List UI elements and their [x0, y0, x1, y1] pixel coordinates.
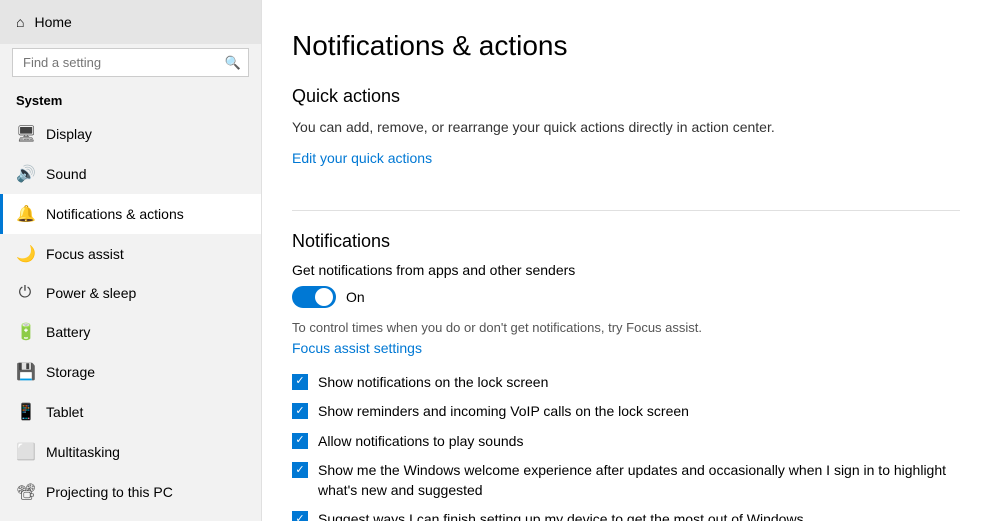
checkboxes-container: ✓ Show notifications on the lock screen … [292, 373, 960, 521]
check-icon: ✓ [295, 465, 304, 476]
sidebar: ⌂ Home 🔍 System 🖥 Display 🔊 Sound 🔔 Noti… [0, 0, 262, 521]
notifications-icon: 🔔 [16, 204, 34, 224]
checkbox-sounds-box[interactable]: ✓ [292, 433, 308, 449]
home-label: Home [34, 14, 71, 30]
storage-icon: 💾 [16, 362, 34, 382]
sound-icon: 🔊 [16, 164, 34, 184]
sidebar-item-label: Multitasking [46, 444, 120, 460]
divider [292, 210, 960, 211]
multitasking-icon: ⬜ [16, 442, 34, 462]
checkbox-welcome-label: Show me the Windows welcome experience a… [318, 461, 960, 500]
sidebar-item-focus[interactable]: 🌙 Focus assist [0, 234, 261, 274]
edit-quick-actions-link[interactable]: Edit your quick actions [292, 150, 432, 166]
notifications-section-title: Notifications [292, 231, 960, 252]
sidebar-item-notifications[interactable]: 🔔 Notifications & actions [0, 194, 261, 234]
main-content: Notifications & actions Quick actions Yo… [262, 0, 1000, 521]
checkbox-suggest-box[interactable]: ✓ [292, 511, 308, 521]
system-section-label: System [0, 87, 261, 114]
sidebar-item-label: Battery [46, 324, 90, 340]
toggle-container: On [292, 286, 960, 308]
toggle-on-label: On [346, 289, 365, 305]
quick-actions-title: Quick actions [292, 86, 960, 107]
focus-hint-text: To control times when you do or don't ge… [292, 318, 960, 359]
sidebar-item-label: Focus assist [46, 246, 124, 262]
hint-text-content: To control times when you do or don't ge… [292, 320, 702, 335]
sidebar-home[interactable]: ⌂ Home [0, 0, 261, 44]
sidebar-item-label: Display [46, 126, 92, 142]
projecting-icon: 📽 [16, 482, 34, 502]
battery-icon: 🔋 [16, 322, 34, 342]
quick-actions-description: You can add, remove, or rearrange your q… [292, 117, 960, 138]
sidebar-item-sound[interactable]: 🔊 Sound [0, 154, 261, 194]
sidebar-item-label: Storage [46, 364, 95, 380]
checkbox-sounds: ✓ Allow notifications to play sounds [292, 432, 960, 452]
sidebar-item-multitasking[interactable]: ⬜ Multitasking [0, 432, 261, 472]
power-icon: ⏻ [16, 284, 34, 302]
checkbox-suggest-label: Suggest ways I can finish setting up my … [318, 510, 804, 521]
home-icon: ⌂ [16, 14, 24, 30]
sidebar-item-label: Sound [46, 166, 86, 182]
sidebar-item-power[interactable]: ⏻ Power & sleep [0, 274, 261, 312]
sidebar-item-tablet[interactable]: 📱 Tablet [0, 392, 261, 432]
sidebar-item-label: Power & sleep [46, 285, 136, 301]
sidebar-item-battery[interactable]: 🔋 Battery [0, 312, 261, 352]
notifications-toggle-row: Get notifications from apps and other se… [292, 262, 960, 308]
sidebar-item-label: Tablet [46, 404, 83, 420]
focus-icon: 🌙 [16, 244, 34, 264]
toggle-label: Get notifications from apps and other se… [292, 262, 960, 278]
tablet-icon: 📱 [16, 402, 34, 422]
checkbox-welcome: ✓ Show me the Windows welcome experience… [292, 461, 960, 500]
checkbox-lock-screen: ✓ Show notifications on the lock screen [292, 373, 960, 393]
sidebar-item-storage[interactable]: 💾 Storage [0, 352, 261, 392]
sidebar-item-label: Notifications & actions [46, 206, 184, 222]
search-input[interactable] [12, 48, 249, 77]
toggle-knob [315, 288, 333, 306]
checkbox-voip-box[interactable]: ✓ [292, 403, 308, 419]
display-icon: 🖥 [16, 124, 34, 144]
check-icon: ✓ [295, 514, 304, 521]
check-icon: ✓ [295, 435, 304, 446]
checkbox-lock-screen-box[interactable]: ✓ [292, 374, 308, 390]
checkbox-voip-label: Show reminders and incoming VoIP calls o… [318, 402, 689, 422]
checkbox-lock-screen-label: Show notifications on the lock screen [318, 373, 548, 393]
checkbox-sounds-label: Allow notifications to play sounds [318, 432, 523, 452]
sidebar-item-projecting[interactable]: 📽 Projecting to this PC [0, 472, 261, 512]
page-title: Notifications & actions [292, 30, 960, 62]
check-icon: ✓ [295, 406, 304, 417]
sidebar-item-label: Projecting to this PC [46, 484, 173, 500]
notifications-toggle[interactable] [292, 286, 336, 308]
focus-assist-link[interactable]: Focus assist settings [292, 338, 422, 359]
check-icon: ✓ [295, 376, 304, 387]
checkbox-suggest: ✓ Suggest ways I can finish setting up m… [292, 510, 960, 521]
sidebar-item-display[interactable]: 🖥 Display [0, 114, 261, 154]
checkbox-voip: ✓ Show reminders and incoming VoIP calls… [292, 402, 960, 422]
checkbox-welcome-box[interactable]: ✓ [292, 462, 308, 478]
search-box-container: 🔍 [12, 48, 249, 77]
